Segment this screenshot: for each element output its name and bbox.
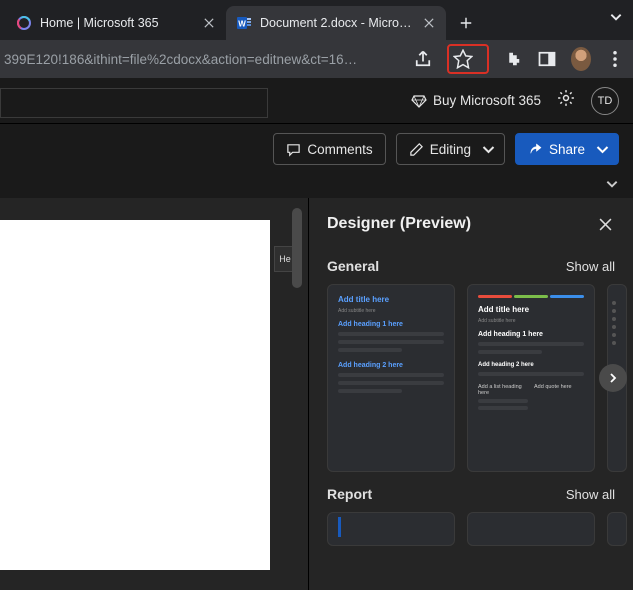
section-general-header: General Show all [309, 244, 633, 284]
templates-next-button[interactable] [599, 364, 627, 392]
template-list-heading: Add a list heading here [478, 384, 528, 396]
template-heading2: Add heading 2 here [338, 362, 444, 369]
template-body-line [478, 372, 584, 376]
address-bar: 399E120!186&ithint=file%2cdocx&action=ed… [0, 40, 633, 78]
template-title: Add title here [338, 295, 444, 304]
designer-title: Designer (Preview) [327, 215, 471, 233]
template-body-line [338, 340, 444, 344]
pencil-icon [409, 142, 424, 157]
share-page-icon[interactable] [413, 49, 433, 69]
comment-icon [286, 142, 301, 157]
template-body-line [478, 406, 528, 410]
close-icon[interactable] [202, 16, 216, 30]
report-templates-row [309, 512, 633, 546]
tab-document2[interactable]: W Document 2.docx - Microsoft W [226, 6, 446, 40]
template-heading2: Add heading 2 here [478, 362, 584, 368]
show-all-link[interactable]: Show all [566, 487, 615, 502]
premium-diamond-icon [411, 93, 427, 109]
template-accent-bars [478, 295, 584, 298]
extensions-icon[interactable] [503, 49, 523, 69]
tutorial-highlight-box [447, 44, 489, 74]
word-icon: W [236, 15, 252, 31]
ribbon-placeholder [0, 88, 268, 118]
template-card[interactable]: Add title here Add subtitle here Add hea… [327, 284, 455, 472]
ribbon-collapse-row [0, 174, 633, 198]
presence-label: He [279, 254, 291, 264]
template-card-partial[interactable] [607, 512, 627, 546]
tab-home-m365[interactable]: Home | Microsoft 365 [6, 6, 226, 40]
template-subtitle: Add subtitle here [478, 318, 584, 324]
template-heading1: Add heading 1 here [338, 321, 444, 328]
template-card[interactable] [327, 512, 455, 546]
template-body-line [338, 373, 444, 377]
ribbon-collapse-chevron-icon[interactable] [605, 177, 619, 196]
designer-pane: Designer (Preview) General Show all Add … [308, 198, 633, 590]
tabs-overflow-chevron-icon[interactable] [609, 10, 623, 29]
template-body-line [478, 342, 584, 346]
section-name: General [327, 258, 379, 274]
share-arrow-icon [528, 142, 543, 157]
tab-title: Home | Microsoft 365 [40, 16, 194, 30]
vertical-scrollbar[interactable] [292, 208, 302, 288]
close-icon[interactable] [422, 16, 436, 30]
template-card[interactable]: Add title here Add subtitle here Add hea… [467, 284, 595, 472]
section-report-header: Report Show all [309, 472, 633, 512]
template-body-line [478, 399, 528, 403]
template-body-line [338, 332, 444, 336]
bookmark-star-icon[interactable] [453, 49, 473, 69]
general-templates-row: Add title here Add subtitle here Add hea… [309, 284, 633, 472]
template-subquote: Add quote here [534, 384, 584, 390]
template-columns: Add a list heading here Add quote here [478, 384, 584, 410]
new-tab-button[interactable] [452, 9, 480, 37]
tab-title: Document 2.docx - Microsoft W [260, 16, 414, 30]
url-text[interactable]: 399E120!186&ithint=file%2cdocx&action=ed… [0, 52, 405, 67]
chevron-down-icon [595, 142, 610, 157]
document-page[interactable] [0, 220, 270, 570]
template-partial-dots [608, 285, 626, 361]
template-body-line [338, 389, 402, 393]
buy-m365-label: Buy Microsoft 365 [433, 93, 541, 108]
main-area: He Designer (Preview) General Show all A… [0, 198, 633, 590]
close-pane-button[interactable] [595, 214, 615, 234]
user-badge[interactable]: TD [591, 87, 619, 115]
svg-text:W: W [238, 20, 246, 29]
editing-mode-button[interactable]: Editing [396, 133, 505, 165]
buy-m365-button[interactable]: Buy Microsoft 365 [411, 93, 541, 109]
template-body-line [338, 348, 402, 352]
document-area: He [0, 198, 308, 590]
share-button[interactable]: Share [515, 133, 619, 165]
editing-label: Editing [430, 142, 471, 157]
template-body-line [338, 381, 444, 385]
m365-icon [16, 15, 32, 31]
address-bar-icons [405, 44, 625, 74]
template-title: Add title here [478, 305, 584, 314]
template-accent [338, 517, 341, 537]
kebab-menu-icon[interactable] [605, 49, 625, 69]
actions-row: Comments Editing Share [0, 124, 633, 174]
template-card[interactable] [467, 512, 595, 546]
profile-avatar[interactable] [571, 49, 591, 69]
template-heading1: Add heading 1 here [478, 331, 584, 338]
tab-strip: Home | Microsoft 365 W Document 2.docx -… [0, 0, 633, 40]
user-initials: TD [598, 95, 613, 107]
chevron-down-icon [481, 142, 496, 157]
comments-label: Comments [307, 142, 372, 157]
section-name: Report [327, 486, 372, 502]
show-all-link[interactable]: Show all [566, 259, 615, 274]
side-panel-icon[interactable] [537, 49, 557, 69]
designer-header: Designer (Preview) [309, 198, 633, 244]
comments-button[interactable]: Comments [273, 133, 385, 165]
template-subtitle: Add subtitle here [338, 308, 444, 314]
chevron-right-icon [607, 372, 619, 384]
template-body-line [478, 350, 542, 354]
settings-gear-icon[interactable] [557, 89, 575, 112]
share-label: Share [549, 142, 585, 157]
